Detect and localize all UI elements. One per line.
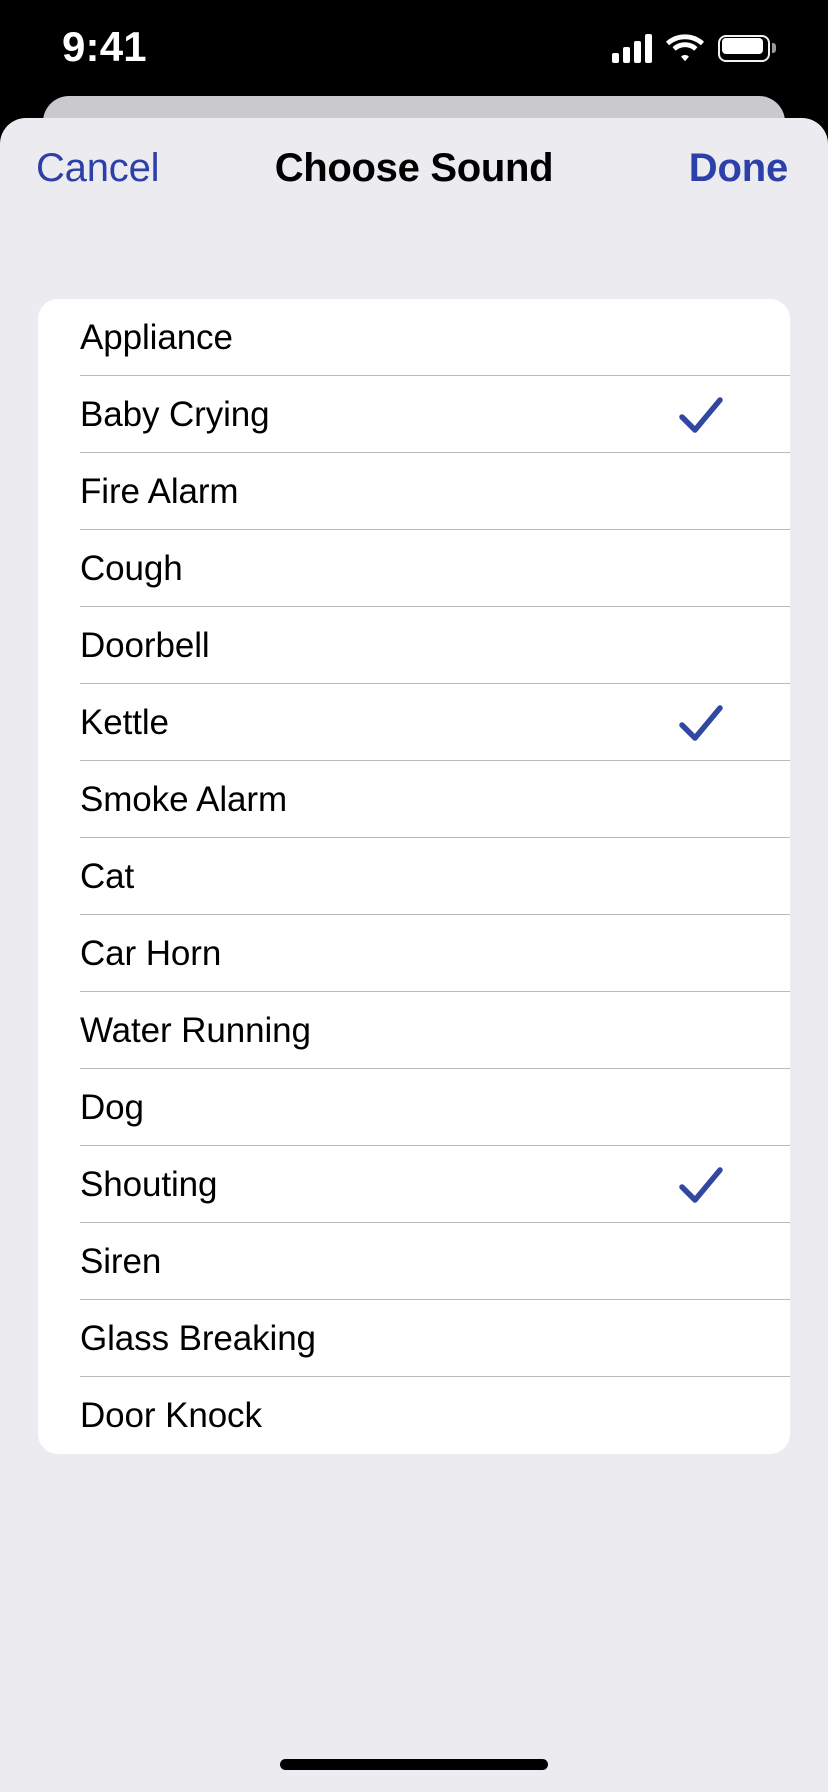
list-item[interactable]: Car Horn (38, 915, 790, 992)
sound-list: Appliance Baby Crying Fire Alarm Cough Doorb… (38, 299, 790, 1454)
list-item-label: Siren (80, 1242, 162, 1281)
checkmark-icon (679, 1166, 723, 1203)
list-item[interactable]: Fire Alarm (38, 453, 790, 530)
list-item-label: Dog (80, 1088, 144, 1127)
list-item[interactable]: Doorbell (38, 607, 790, 684)
list-item[interactable]: Cat (38, 838, 790, 915)
list-item[interactable]: Siren (38, 1223, 790, 1300)
choose-sound-sheet: Cancel Choose Sound Done Appliance Baby C… (0, 118, 828, 1792)
done-button[interactable]: Done (689, 146, 788, 191)
list-item[interactable]: Kettle (38, 684, 790, 761)
list-item-label: Car Horn (80, 934, 222, 973)
list-item-label: Baby Crying (80, 395, 270, 434)
phone-screen: 9:41 Cancel Choose Sound Done Appliance … (0, 0, 828, 1792)
list-item-label: Glass Breaking (80, 1319, 316, 1358)
wifi-icon (666, 33, 704, 63)
checkmark-icon (679, 704, 723, 741)
home-indicator (280, 1759, 548, 1770)
cellular-signal-icon (612, 33, 652, 63)
checkmark-icon (679, 396, 723, 433)
battery-full-icon (718, 34, 776, 62)
list-item[interactable]: Door Knock (38, 1377, 790, 1454)
list-item[interactable]: Water Running (38, 992, 790, 1069)
list-item-label: Shouting (80, 1165, 218, 1204)
list-item[interactable]: Appliance (38, 299, 790, 376)
list-item[interactable]: Shouting (38, 1146, 790, 1223)
status-bar: 9:41 (0, 0, 828, 96)
status-bar-time: 9:41 (62, 23, 147, 70)
list-item[interactable]: Glass Breaking (38, 1300, 790, 1377)
list-item-label: Door Knock (80, 1396, 262, 1435)
list-item-label: Smoke Alarm (80, 780, 288, 819)
list-item-label: Appliance (80, 318, 233, 357)
list-item-label: Cat (80, 857, 135, 896)
list-item[interactable]: Smoke Alarm (38, 761, 790, 838)
list-item-label: Doorbell (80, 626, 210, 665)
list-item-label: Cough (80, 549, 183, 588)
list-item-label: Fire Alarm (80, 472, 239, 511)
list-item[interactable]: Dog (38, 1069, 790, 1146)
list-item[interactable]: Cough (38, 530, 790, 607)
list-item-label: Kettle (80, 703, 169, 742)
list-item[interactable]: Baby Crying (38, 376, 790, 453)
list-item-label: Water Running (80, 1011, 311, 1050)
sheet-nav-bar: Cancel Choose Sound Done (0, 118, 828, 226)
status-bar-indicators (612, 28, 776, 68)
